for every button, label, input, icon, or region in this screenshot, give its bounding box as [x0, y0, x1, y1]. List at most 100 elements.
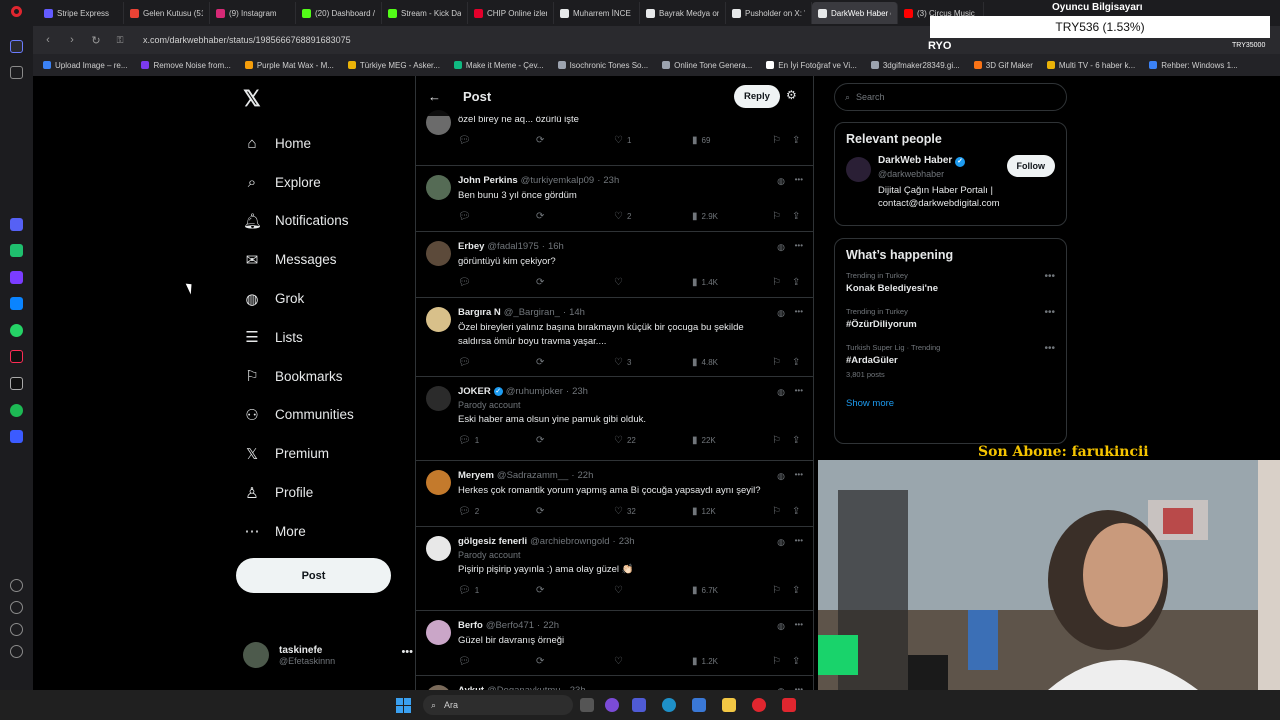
- browser-tab[interactable]: Stripe Express: [38, 2, 124, 24]
- tweet-author-handle[interactable]: @ruhumjoker: [506, 386, 563, 397]
- reply-tweet[interactable]: ◍ ••• Bargıra N @_Bargiran_ · 14h Özel bireyle…: [416, 298, 813, 377]
- windows-start-icon[interactable]: [396, 698, 411, 713]
- reply-tweet[interactable]: ◍ ••• Meryem @Sadrazamm__ · 22h Herkes çok rom…: [416, 461, 813, 527]
- tweet-author-name[interactable]: John Perkins: [458, 175, 518, 186]
- show-more-link[interactable]: Show more: [835, 392, 1066, 421]
- tweet-author-handle[interactable]: @Berfo471: [486, 620, 534, 631]
- views-button[interactable]: ▮ 2.9K: [692, 211, 718, 222]
- tiktok-icon[interactable]: [10, 350, 23, 363]
- tweet-author-name[interactable]: gölgesiz fenerli: [458, 536, 527, 547]
- grok-icon[interactable]: ◍: [777, 471, 785, 482]
- bookmark-item[interactable]: Upload Image – re...: [43, 61, 127, 70]
- nav-item-premium[interactable]: 𝕏 Premium: [243, 434, 354, 473]
- edge-icon[interactable]: [662, 698, 676, 712]
- tweet-author-handle[interactable]: @fadal1975: [487, 241, 538, 252]
- reposts-button[interactable]: ⟳: [536, 277, 548, 288]
- nav-item-home[interactable]: ⌂ Home: [243, 124, 354, 163]
- avatar[interactable]: [426, 241, 451, 266]
- more-icon[interactable]: •••: [795, 307, 803, 316]
- bookmark-item[interactable]: Türkiye MEG - Asker...: [347, 61, 440, 70]
- replies-button[interactable]: 💬︎: [458, 357, 475, 368]
- post-button[interactable]: Post: [236, 558, 391, 593]
- more-icon[interactable]: •••: [795, 536, 803, 545]
- reposts-button[interactable]: ⟳: [536, 211, 548, 222]
- replies-button[interactable]: 💬︎: [458, 277, 475, 288]
- avatar[interactable]: [426, 470, 451, 495]
- opera-logo-icon[interactable]: [11, 6, 22, 17]
- folder-icon[interactable]: [722, 698, 736, 712]
- reposts-button[interactable]: ⟳: [536, 585, 548, 596]
- browser-tab[interactable]: Muharrem İNCE o: [554, 2, 640, 24]
- browser-tab[interactable]: Pusholder on X: ': [726, 2, 812, 24]
- share-button[interactable]: ⇪: [792, 357, 800, 368]
- back-arrow-icon[interactable]: ←: [428, 89, 441, 104]
- bookmark-item[interactable]: Rehber: Windows 1...: [1149, 61, 1238, 70]
- replies-button[interactable]: 💬︎ 1: [458, 585, 479, 596]
- bookmark-item[interactable]: Isochronic Tones So...: [557, 61, 648, 70]
- bookmark-button[interactable]: ⚐: [772, 656, 781, 667]
- tweet-author-name[interactable]: Bargıra N: [458, 307, 501, 318]
- grok-icon[interactable]: ◍: [777, 387, 785, 398]
- opera-icon[interactable]: [752, 698, 766, 712]
- url-field[interactable]: x.com/darkwebhaber/status/19856667688916…: [143, 35, 351, 45]
- likes-button[interactable]: ♡: [614, 585, 627, 596]
- star-icon[interactable]: [10, 66, 23, 79]
- views-button[interactable]: ▮ 4.8K: [692, 357, 718, 368]
- replies-button[interactable]: 💬︎: [458, 656, 475, 667]
- replies-button[interactable]: 💬︎ 2: [458, 506, 479, 517]
- tweet-time[interactable]: 22h: [578, 470, 594, 481]
- nav-item-profile[interactable]: ♙ Profile: [243, 473, 354, 512]
- more-icon[interactable]: •••: [795, 175, 803, 184]
- bookmark-item[interactable]: Purple Mat Wax - M...: [244, 61, 334, 70]
- likes-button[interactable]: ♡ 3: [614, 357, 631, 368]
- nav-item-grok[interactable]: ◍ Grok: [243, 279, 354, 318]
- nav-item-notifications[interactable]: 🔔︎ Notifications: [243, 202, 354, 241]
- likes-button[interactable]: ♡ 2: [614, 211, 631, 222]
- share-button[interactable]: ⇪: [792, 277, 800, 288]
- avatar[interactable]: [426, 175, 451, 200]
- bookmark-item[interactable]: Make it Meme - Çev...: [453, 61, 544, 70]
- avatar[interactable]: [426, 620, 451, 645]
- task-view-icon[interactable]: [580, 698, 594, 712]
- lightbulb-icon[interactable]: [10, 645, 23, 658]
- tweet-time[interactable]: 14h: [569, 307, 585, 318]
- tweet-time[interactable]: 23h: [603, 175, 619, 186]
- views-button[interactable]: ▮ 69: [692, 135, 710, 146]
- tweet-author-handle[interactable]: @_Bargiran_: [504, 307, 560, 318]
- bookmark-button[interactable]: ⚐: [772, 357, 781, 368]
- more-icon[interactable]: •••: [795, 620, 803, 629]
- bookmark-button[interactable]: ⚐: [772, 135, 781, 146]
- views-button[interactable]: ▮ 6.7K: [692, 585, 718, 596]
- share-button[interactable]: ⇪: [792, 435, 800, 446]
- more-icon[interactable]: •••: [1044, 271, 1055, 282]
- likes-button[interactable]: ♡ 1: [614, 135, 631, 146]
- app-icon[interactable]: [10, 271, 23, 284]
- avatar[interactable]: [426, 307, 451, 332]
- share-button[interactable]: ⇪: [792, 211, 800, 222]
- trend-item[interactable]: Turkish Super Lig · Trending #ArdaGüler 3,…: [835, 343, 1066, 392]
- browser-tab[interactable]: (20) Dashboard / S: [296, 2, 382, 24]
- tweet-time[interactable]: 22h: [543, 620, 559, 631]
- share-button[interactable]: ⇪: [792, 506, 800, 517]
- grok-icon[interactable]: ◍: [777, 242, 785, 253]
- replies-button[interactable]: 💬︎: [458, 135, 475, 146]
- tweet-author-handle[interactable]: @Sadrazamm__: [497, 470, 568, 481]
- relevant-person[interactable]: DarkWeb Haber ✓ @darkwebhaber Dijital Ça…: [835, 155, 1066, 222]
- tweet-author-handle[interactable]: @archiebrowngold: [530, 536, 609, 547]
- replies-button[interactable]: 💬︎ 1: [458, 435, 479, 446]
- bookmark-item[interactable]: En İyi Fotoğraf ve Vi...: [766, 61, 857, 70]
- search-input[interactable]: ⌕ Search: [834, 83, 1067, 111]
- more-icon[interactable]: •••: [795, 470, 803, 479]
- tweet-author-name[interactable]: Meryem: [458, 470, 494, 481]
- tweet-author-name[interactable]: JOKER: [458, 386, 491, 397]
- account-switcher[interactable]: taskinefe @Efetaskinnn •••: [243, 642, 413, 668]
- heart-icon[interactable]: [10, 579, 23, 592]
- reply-tweet[interactable]: ◍ ••• Erbey @fadal1975 · 16h görüntüyü kim çek…: [416, 232, 813, 298]
- more-icon[interactable]: •••: [795, 241, 803, 250]
- gear-icon[interactable]: [10, 623, 23, 636]
- views-button[interactable]: ▮ 1.4K: [692, 277, 718, 288]
- browser-tab[interactable]: CHIP Online izlene: [468, 2, 554, 24]
- messenger-icon[interactable]: [10, 297, 23, 310]
- more-icon[interactable]: •••: [795, 386, 803, 395]
- browser-tab[interactable]: Bayrak Medya on: [640, 2, 726, 24]
